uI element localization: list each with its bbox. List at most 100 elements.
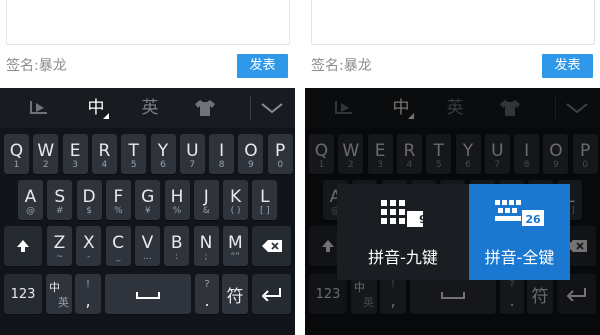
language-switch-key[interactable]: 中英	[46, 274, 72, 314]
key-z[interactable]: Z~	[47, 226, 72, 266]
enter-key[interactable]	[252, 274, 291, 314]
key-b[interactable]: B:	[164, 226, 190, 266]
key-w[interactable]: W2	[33, 134, 59, 174]
key-u[interactable]: U7	[179, 134, 205, 174]
key-letter: I	[219, 141, 225, 161]
key-a[interactable]: A@	[18, 180, 43, 220]
key-i[interactable]: I8	[209, 134, 235, 174]
keyboard: 中英Q1W2E3R4T5Y6U7I8O9P0A@S#D$F%G¥H%J&K( )…	[0, 88, 295, 335]
key-secondary: ~	[55, 252, 64, 262]
key-f[interactable]: F%	[105, 180, 131, 220]
signature-label: 签名:暴龙	[311, 58, 372, 74]
key-letter: X	[82, 233, 95, 253]
keyboard: 中英Q1W2E3R4T5Y6U7I8O9P0A@S#D$F%G¥H%J&K( )…	[305, 88, 600, 335]
symbol-key[interactable]: 符	[222, 274, 248, 314]
key-o[interactable]: O9	[238, 134, 264, 174]
period-key[interactable]: ?.	[195, 274, 219, 314]
key-secondary: 5	[130, 160, 137, 170]
key-area: Q1W2E3R4T5Y6U7I8O9P0A@S#D$F%G¥H%J&K( )L[…	[0, 128, 295, 335]
period-sub-label: ?	[204, 279, 210, 290]
layout-option-nine-key[interactable]: 9 拼音-九键	[337, 184, 469, 280]
full-key-badge: 26	[525, 213, 541, 226]
shift-key[interactable]	[4, 226, 42, 266]
keyboard-screen-default: 签名:暴龙 发表中英 Q 1 W 2 E 3 R 4 T 5 Y 6 U 7 I 8 O 9 P 0 A @ S # D $ F% G ¥ H…	[0, 0, 295, 335]
backspace-key[interactable]	[252, 226, 291, 266]
key-g[interactable]: G¥	[135, 180, 161, 220]
key-letter: A	[24, 187, 37, 207]
key-s[interactable]: S#	[47, 180, 73, 220]
key-q[interactable]: Q1	[4, 134, 29, 174]
key-d[interactable]: D$	[76, 180, 102, 220]
key-secondary: 6	[160, 160, 166, 170]
key-letter: M	[227, 233, 243, 253]
key-y[interactable]: Y6	[150, 134, 176, 174]
key-secondary: &	[202, 206, 210, 216]
corner-indicator-icon	[103, 113, 109, 119]
key-secondary: 7	[189, 160, 196, 170]
backspace-icon	[262, 240, 282, 252]
layout-option-full-key[interactable]: 26 拼音-全键	[469, 184, 570, 280]
toolbar-chinese-mode[interactable]: 中	[78, 88, 114, 128]
key-secondary: 2	[42, 160, 49, 170]
toolbar-english-mode[interactable]: 英	[132, 88, 168, 128]
key-letter: R	[98, 141, 111, 161]
key-secondary: 9	[248, 160, 254, 170]
publish-button[interactable]: 发表	[237, 54, 288, 78]
video-play-icon[interactable]	[29, 100, 49, 116]
key-x[interactable]: X-	[76, 226, 102, 266]
key-secondary: …	[142, 252, 152, 262]
key-n[interactable]: N;	[193, 226, 219, 266]
keyboard-screen-layout-picker: 签名:暴龙 发表中英Q1W2E3R4T5Y6U7I8O9P0A@S#D$F%G¥H…	[305, 0, 600, 335]
key-secondary: -	[87, 252, 91, 262]
key-secondary: :	[175, 252, 179, 262]
message-text-area[interactable]	[6, 0, 290, 45]
key-secondary: 0	[277, 160, 284, 170]
key-e[interactable]: E3	[62, 134, 88, 174]
key-letter: C	[112, 233, 125, 253]
shift-arrow-icon	[17, 240, 29, 252]
enter-icon	[262, 288, 281, 301]
key-letter: H	[170, 187, 184, 207]
key-r[interactable]: R4	[91, 134, 117, 174]
key-secondary: %	[114, 206, 123, 216]
key-j[interactable]: J&	[193, 180, 219, 220]
number-mode-key[interactable]: 123	[4, 274, 42, 314]
key-letter: Y	[157, 141, 169, 161]
key-secondary: “”	[230, 252, 240, 262]
key-letter: U	[186, 141, 199, 161]
key-secondary: ¥	[144, 206, 151, 216]
key-letter: K	[230, 187, 242, 207]
number-mode-label: 123	[10, 286, 36, 302]
key-letter: Q	[9, 141, 24, 161]
key-secondary: 4	[101, 160, 108, 170]
key-p[interactable]: P0	[267, 134, 293, 174]
theme-shirt-icon[interactable]	[194, 99, 216, 117]
key-l[interactable]: L[ ]	[252, 180, 278, 220]
symbol-label: 符	[226, 286, 244, 307]
space-bar-icon	[136, 292, 160, 299]
key-m[interactable]: M“”	[222, 226, 248, 266]
toolbar-divider	[250, 96, 251, 120]
message-text-area[interactable]	[311, 0, 595, 45]
key-k[interactable]: K( )	[223, 180, 249, 220]
comma-label: ,	[85, 291, 91, 310]
key-c[interactable]: C_	[105, 226, 131, 266]
key-v[interactable]: V…	[134, 226, 160, 266]
nine-key-badge: 9	[419, 213, 427, 226]
signature-label: 签名:暴龙	[6, 58, 67, 74]
space-key[interactable]	[105, 274, 191, 314]
key-secondary: ;	[204, 252, 208, 262]
key-letter: P	[275, 141, 286, 161]
key-t[interactable]: T5	[121, 134, 147, 174]
key-letter: W	[37, 141, 55, 161]
key-secondary: 8	[218, 160, 225, 170]
keyboard-toolbar: 中英	[0, 88, 295, 128]
switch-chinese-label: 中	[49, 281, 60, 294]
comma-key[interactable]: !,	[75, 274, 101, 314]
key-letter: S	[54, 187, 66, 207]
key-letter: D	[82, 187, 96, 207]
publish-button[interactable]: 发表	[542, 54, 593, 78]
key-h[interactable]: H%	[164, 180, 190, 220]
key-secondary: 3	[72, 160, 78, 170]
chevron-down-icon[interactable]	[260, 102, 284, 114]
